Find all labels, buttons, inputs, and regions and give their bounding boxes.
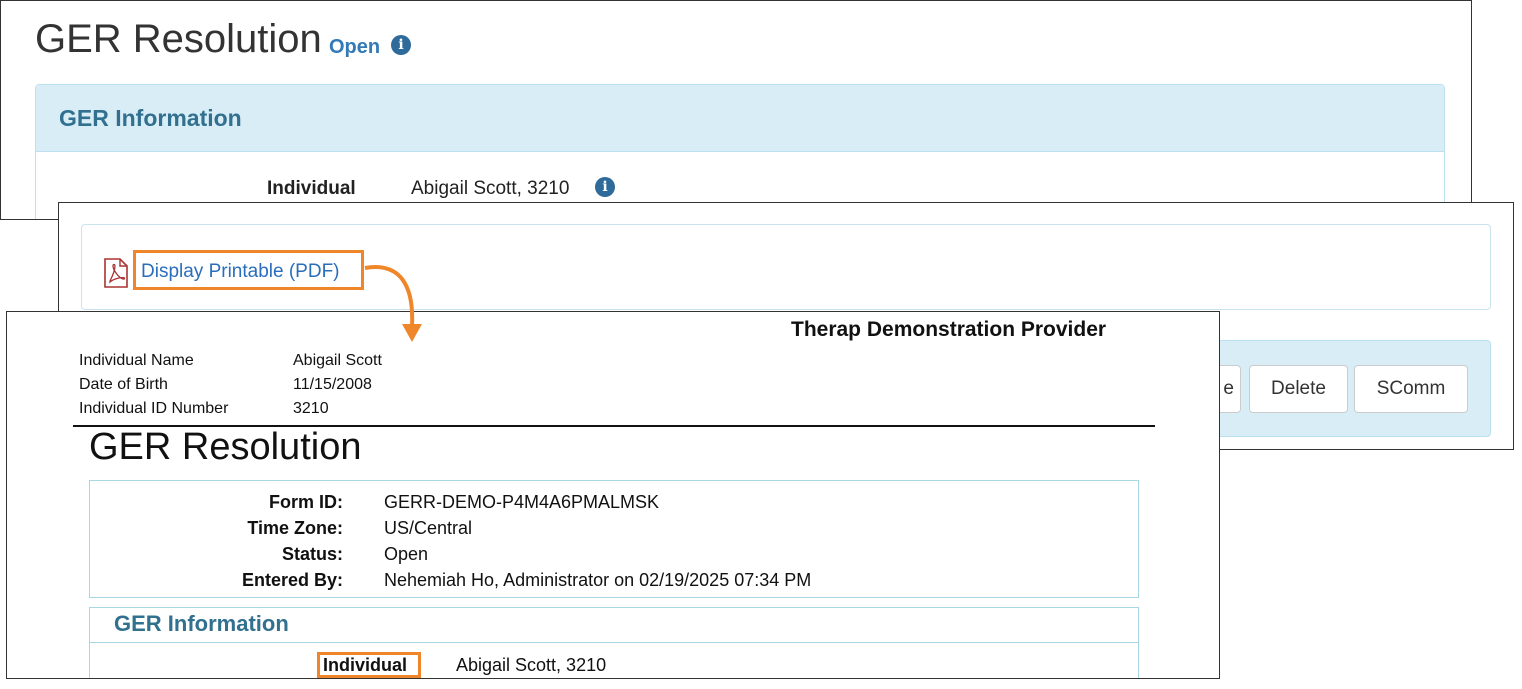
meta-value: 11/15/2008 <box>293 376 372 393</box>
pdf-icon <box>104 258 128 288</box>
field-label: Time Zone: <box>247 518 343 538</box>
field-label: Form ID: <box>269 492 343 512</box>
pdf-individual-label-highlight: Individual <box>317 652 421 678</box>
pdf-link-label: Display Printable (PDF) <box>141 261 340 282</box>
field-value: Open <box>384 544 429 564</box>
pdf-individual-value: Abigail Scott, 3210 <box>456 655 607 675</box>
field-value: Nehemiah Ho, Administrator on 02/19/2025… <box>384 570 812 590</box>
pdf-individual-label: Individual <box>323 655 408 675</box>
ger-information-card: GER Information <box>35 84 1445 219</box>
pdf-title: GER Resolution <box>89 426 362 468</box>
field-label: Entered By: <box>241 570 343 590</box>
field-value: US/Central <box>384 518 473 538</box>
display-printable-pdf-link[interactable]: Display Printable (PDF) <box>133 250 364 290</box>
ger-information-header: GER Information <box>36 85 1444 152</box>
section-divider <box>90 642 1138 643</box>
meta-value: 3210 <box>293 400 329 417</box>
field-label: Status: <box>281 544 343 564</box>
pdf-section-title: GER Information <box>114 611 289 636</box>
section-title: GER Information <box>59 105 242 131</box>
meta-label: Individual Name <box>79 352 194 369</box>
meta-label: Individual ID Number <box>79 400 229 417</box>
delete-button[interactable]: Delete <box>1249 365 1348 413</box>
pdf-ger-information-box: GER Information <box>89 607 1139 678</box>
individual-info-icon[interactable]: i <box>595 177 615 197</box>
provider-name: Therap Demonstration Provider <box>791 318 1107 341</box>
info-icon[interactable]: i <box>391 35 411 55</box>
page-title: GER Resolution <box>35 17 322 61</box>
meta-label: Date of Birth <box>79 376 168 393</box>
individual-value: Abigail Scott, 3210 <box>411 178 570 199</box>
field-value: GERR-DEMO-P4M4A6PMALMSK <box>384 492 660 512</box>
status-badge: Open <box>329 36 381 58</box>
printable-pdf-preview: Therap Demonstration Provider Individual… <box>6 311 1220 679</box>
scomm-button[interactable]: SComm <box>1354 365 1468 413</box>
meta-value: Abigail Scott <box>293 352 382 369</box>
individual-label: Individual <box>267 178 356 199</box>
ger-resolution-page-panel: GER Resolution Open i GER Information In… <box>0 0 1472 220</box>
